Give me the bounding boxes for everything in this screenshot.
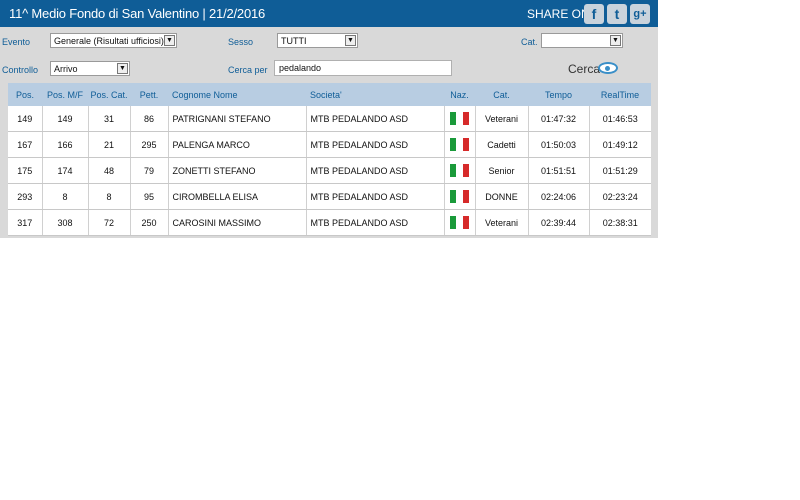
cell-naz [444,209,476,236]
cell-pos-mf: 174 [42,157,89,184]
table-row[interactable]: 293 8 8 95 CIROMBELLA ELISA MTB PEDALAND… [8,183,651,210]
cell-realtime: 01:46:53 [589,106,651,132]
col-naz[interactable]: Naz. [444,83,475,106]
cell-naz [444,106,476,132]
italy-flag-icon [449,190,470,203]
cell-cat: Senior [475,157,529,184]
cell-pos-cat: 21 [88,131,131,158]
cell-pos: 167 [8,131,43,158]
cell-tempo: 02:39:44 [528,209,590,236]
cell-societa: MTB PEDALANDO ASD [306,209,445,236]
italy-flag-icon [449,164,470,177]
cell-name: CAROSINI MASSIMO [168,209,307,236]
cell-societa: MTB PEDALANDO ASD [306,183,445,210]
italy-flag-icon [449,216,470,229]
cell-pett: 79 [130,157,169,184]
chevron-down-icon: ▼ [117,63,128,74]
col-pett[interactable]: Pett. [130,83,168,106]
cell-realtime: 02:38:31 [589,209,651,236]
cell-tempo: 02:24:06 [528,183,590,210]
cell-pos: 293 [8,183,43,210]
cell-pett: 86 [130,106,169,132]
cell-pos: 175 [8,157,43,184]
cell-tempo: 01:50:03 [528,131,590,158]
col-societa[interactable]: Societa' [306,83,444,106]
chevron-down-icon: ▼ [345,35,356,46]
cell-tempo: 01:51:51 [528,157,590,184]
cell-cat: DONNE [475,183,529,210]
col-name[interactable]: Cognome Nome [168,83,306,106]
cat-label: Cat. [521,37,538,47]
sesso-select[interactable]: TUTTI ▼ [277,33,358,48]
cell-pett: 250 [130,209,169,236]
google-plus-icon[interactable]: g+ [630,4,650,24]
col-tempo[interactable]: Tempo [528,83,589,106]
cerca-button[interactable]: Cerca [568,62,600,76]
cell-pos-mf: 166 [42,131,89,158]
cell-pett: 95 [130,183,169,210]
cell-pos-cat: 72 [88,209,131,236]
italy-flag-icon [449,138,470,151]
table-row[interactable]: 317 308 72 250 CAROSINI MASSIMO MTB PEDA… [8,209,651,236]
results-widget: 11^ Medio Fondo di San Valentino | 21/2/… [0,0,658,238]
results-table: Pos. Pos. M/F Pos. Cat. Pett. Cognome No… [8,83,651,236]
col-cat[interactable]: Cat. [475,83,528,106]
evento-select[interactable]: Generale (Risultati ufficiosi) ▼ [50,33,177,48]
cell-name: ZONETTI STEFANO [168,157,307,184]
cell-naz [444,131,476,158]
cerca-per-label: Cerca per [228,65,268,75]
col-realtime[interactable]: RealTime [589,83,651,106]
cell-pos-mf: 308 [42,209,89,236]
table-row[interactable]: 167 166 21 295 PALENGA MARCO MTB PEDALAN… [8,131,651,158]
table-header-row: Pos. Pos. M/F Pos. Cat. Pett. Cognome No… [8,83,651,106]
cell-pos: 317 [8,209,43,236]
sesso-value: TUTTI [281,36,307,46]
cell-name: PALENGA MARCO [168,131,307,158]
cell-realtime: 02:23:24 [589,183,651,210]
cell-tempo: 01:47:32 [528,106,590,132]
cell-naz [444,183,476,210]
evento-value: Generale (Risultati ufficiosi) [54,36,164,46]
italy-flag-icon [449,112,470,125]
cell-cat: Veterani [475,209,529,236]
twitter-icon[interactable]: t [607,4,627,24]
cell-name: CIROMBELLA ELISA [168,183,307,210]
cell-cat: Veterani [475,106,529,132]
cell-pos-mf: 149 [42,106,89,132]
cell-societa: MTB PEDALANDO ASD [306,131,445,158]
controllo-select[interactable]: Arrivo ▼ [50,61,130,76]
cell-pos-mf: 8 [42,183,89,210]
table-row[interactable]: 149 149 31 86 PATRIGNANI STEFANO MTB PED… [8,106,651,132]
evento-label: Evento [2,37,31,47]
cell-naz [444,157,476,184]
cell-societa: MTB PEDALANDO ASD [306,106,445,132]
cell-pos-cat: 48 [88,157,131,184]
cat-select[interactable]: ▼ [541,33,623,48]
cell-name: PATRIGNANI STEFANO [168,106,307,132]
header-bar: 11^ Medio Fondo di San Valentino | 21/2/… [0,0,658,27]
controllo-value: Arrivo [54,64,78,74]
search-input[interactable]: pedalando [274,60,452,76]
sesso-label: Sesso [228,37,254,47]
cell-cat: Cadetti [475,131,529,158]
chevron-down-icon: ▼ [610,35,621,46]
cell-pos: 149 [8,106,43,132]
facebook-icon[interactable]: f [584,4,604,24]
col-pos[interactable]: Pos. [8,83,42,106]
cell-pos-cat: 31 [88,106,131,132]
cell-pos-cat: 8 [88,183,131,210]
cell-realtime: 01:49:12 [589,131,651,158]
cell-pett: 295 [130,131,169,158]
controllo-label: Controllo [2,65,39,75]
eye-icon[interactable] [598,62,618,74]
col-pos-mf[interactable]: Pos. M/F [42,83,88,106]
cell-realtime: 01:51:29 [589,157,651,184]
share-label: SHARE ON [527,7,590,21]
table-row[interactable]: 175 174 48 79 ZONETTI STEFANO MTB PEDALA… [8,157,651,184]
chevron-down-icon: ▼ [164,35,175,46]
col-pos-cat[interactable]: Pos. Cat. [88,83,130,106]
cell-societa: MTB PEDALANDO ASD [306,157,445,184]
event-title: 11^ Medio Fondo di San Valentino | 21/2/… [9,6,266,21]
